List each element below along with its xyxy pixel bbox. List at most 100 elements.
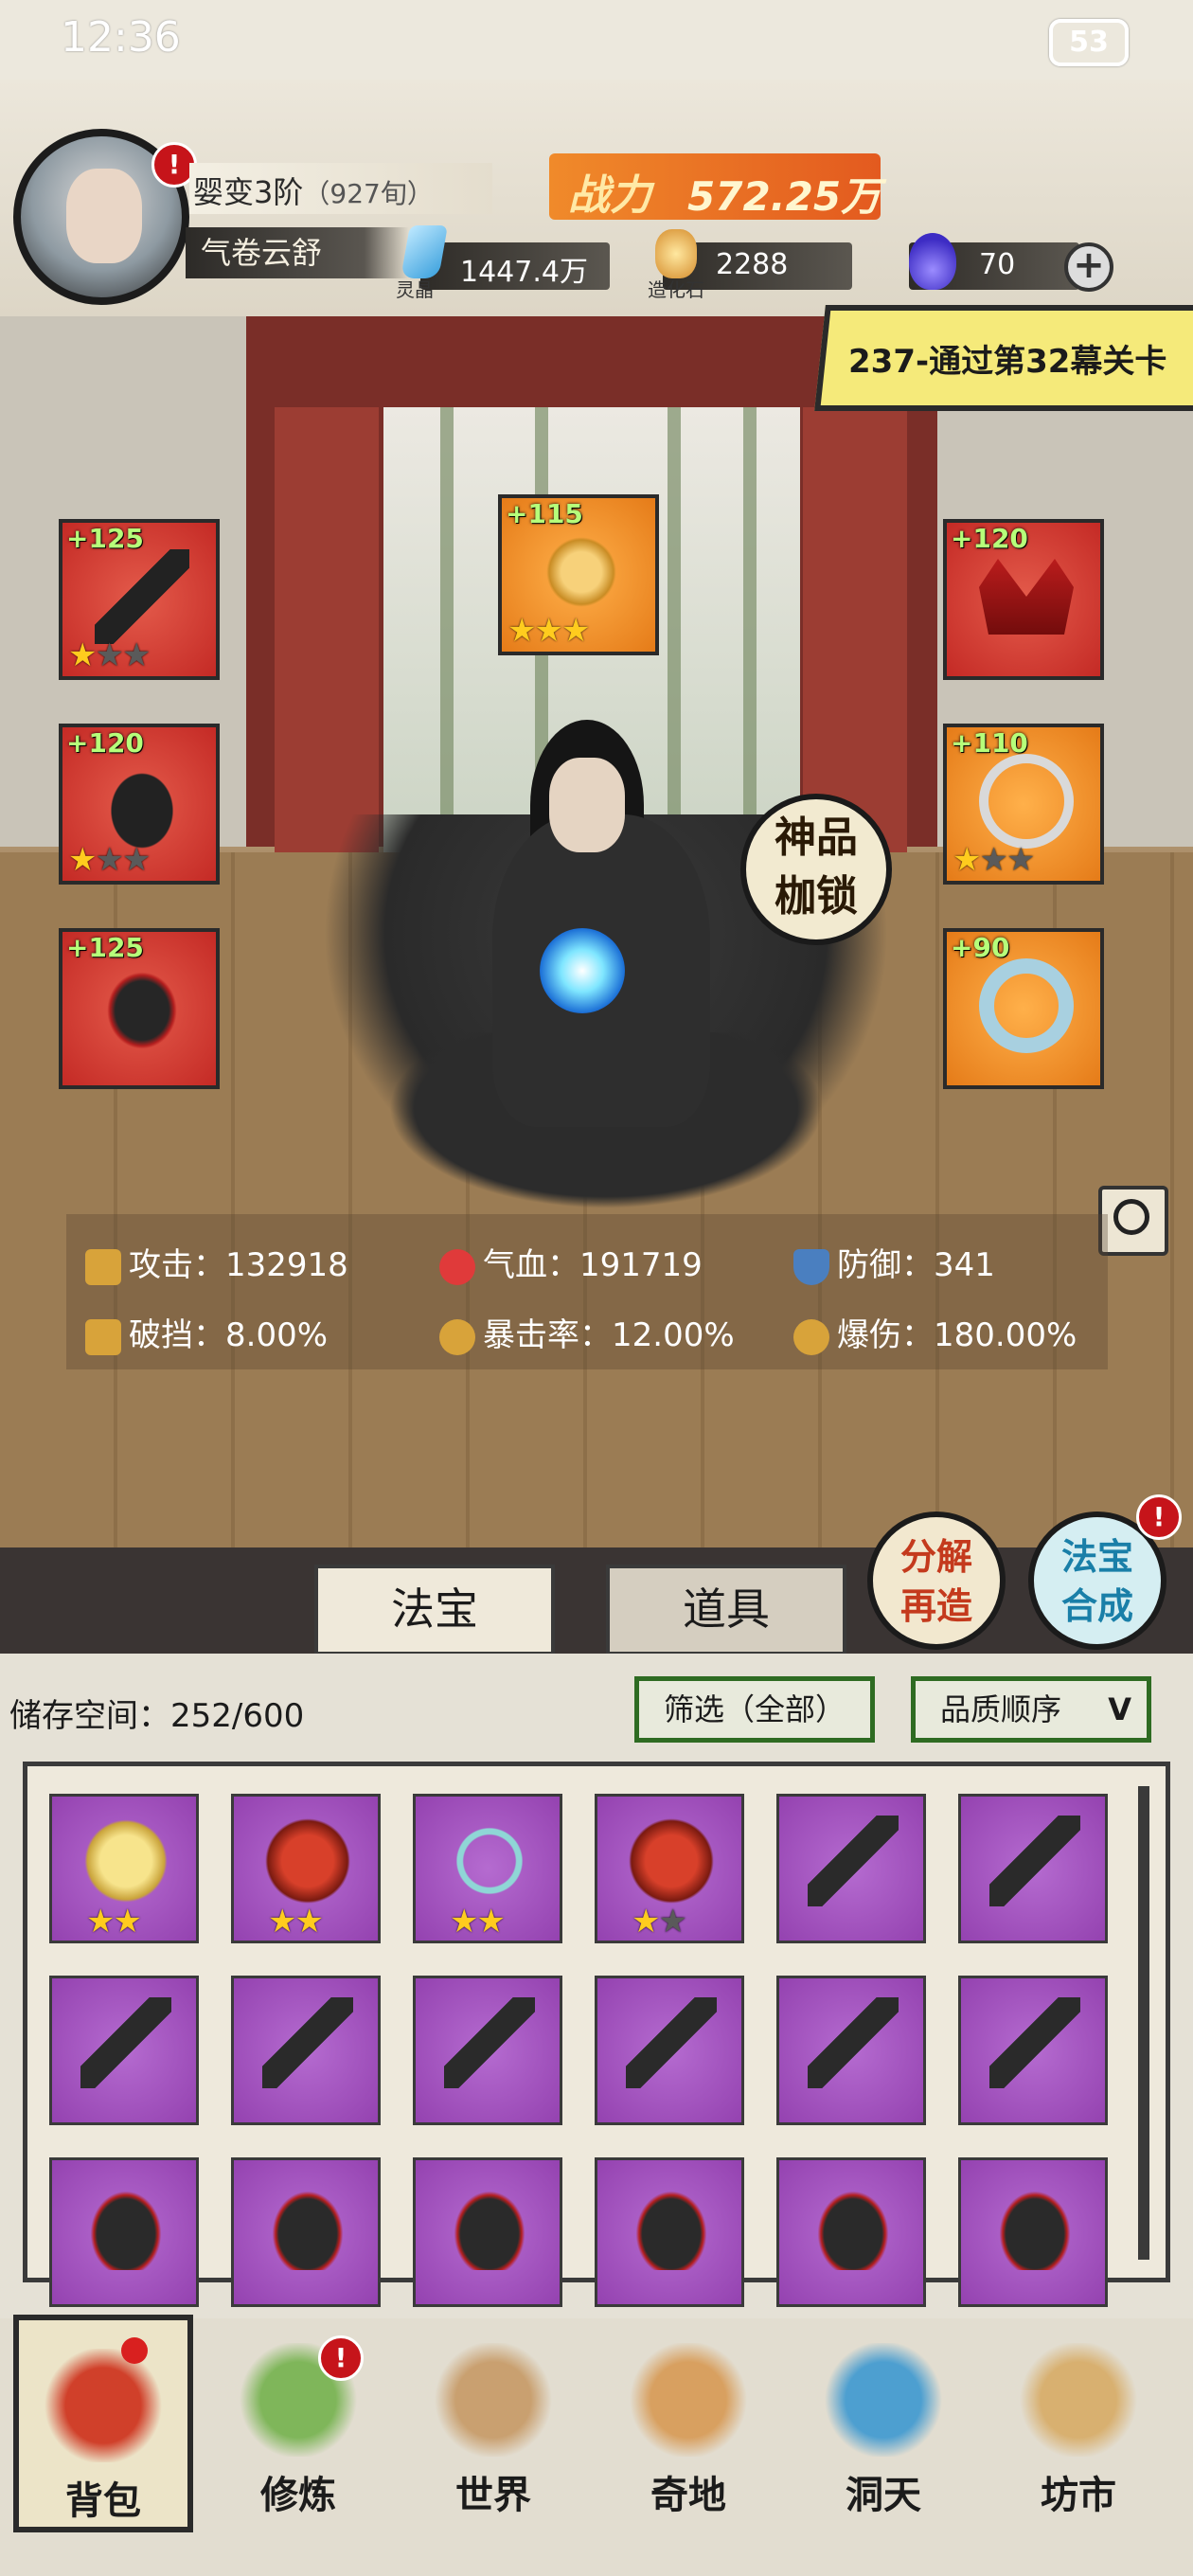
inventory-slot[interactable] — [595, 1976, 744, 2125]
sort-label: 品质顺序 — [940, 1691, 1062, 1727]
sword-icon — [808, 1816, 899, 1906]
inventory-slot[interactable] — [49, 2157, 199, 2307]
god-shackle-line1: 神品 — [775, 814, 858, 862]
stat-hp-text: 气血：191719 — [483, 1246, 703, 1284]
nav-item[interactable]: 奇地 — [598, 2315, 778, 2532]
stone-icon — [655, 229, 697, 278]
stone-label: 造化石 — [648, 278, 704, 301]
inventory-slot[interactable] — [413, 2157, 562, 2307]
left-pillar — [275, 407, 379, 852]
portal-icon — [822, 2343, 945, 2457]
equip-slot-treasure[interactable]: +115 ★★★ — [498, 494, 659, 655]
spirit-orb — [540, 928, 625, 1013]
market-stall-icon — [1017, 2343, 1140, 2457]
synth-line2: 合成 — [1060, 1585, 1133, 1627]
inventory-slot[interactable] — [231, 2157, 381, 2307]
necklace-icon — [979, 754, 1074, 849]
heart-icon — [439, 1248, 475, 1285]
demon-mask-icon — [626, 1816, 717, 1906]
inventory-slot[interactable] — [958, 1794, 1108, 1943]
tab-treasure[interactable]: 法宝 — [314, 1565, 555, 1655]
power-value: 572.25万 — [687, 173, 881, 220]
nav-item[interactable]: 洞天 — [793, 2315, 973, 2532]
quest-text[interactable]: 237-通过第32幕关卡 — [848, 335, 1166, 382]
nav-label: 修炼 — [260, 2473, 336, 2517]
crit-damage-icon — [793, 1318, 829, 1355]
decompose-line2: 再造 — [899, 1585, 972, 1627]
decompose-line1: 分解 — [899, 1536, 972, 1578]
add-resource-button[interactable]: + — [1064, 242, 1113, 292]
sword-icon — [989, 1997, 1080, 2088]
inventory-slot[interactable]: ★★ — [413, 1794, 562, 1943]
sort-button[interactable]: 品质顺序 V — [911, 1676, 1151, 1743]
crystal-label: 灵晶 — [396, 278, 434, 301]
demon-mask-icon — [262, 1816, 353, 1906]
stat-attack-text: 攻击：132918 — [129, 1246, 348, 1284]
inventory-slot[interactable]: ★★ — [231, 1794, 381, 1943]
sword-icon — [626, 1997, 717, 2088]
inventory-slot[interactable] — [49, 1976, 199, 2125]
stat-crit-dmg-text: 爆伤：180.00% — [837, 1316, 1077, 1354]
robe-icon — [444, 2179, 535, 2270]
nav-item[interactable]: 世界 — [403, 2315, 583, 2532]
filter-button[interactable]: 筛选（全部） — [634, 1676, 875, 1743]
character-head — [549, 758, 625, 852]
god-shackle-button[interactable]: 神品 枷锁 — [740, 794, 892, 945]
star-rating: ★★★ — [953, 841, 1035, 879]
robe-icon — [626, 2179, 717, 2270]
cloud-treasure-icon — [534, 525, 629, 619]
pagoda-icon — [627, 2343, 750, 2457]
cultivate-alert-icon: ! — [318, 2335, 364, 2381]
equip-slot-weapon[interactable]: +125 ★★★ — [59, 519, 220, 680]
stat-break: 破挡：8.00% — [85, 1309, 328, 1355]
nav-item[interactable]: 背包 — [13, 2315, 193, 2532]
boots-icon — [95, 958, 189, 1053]
shield-icon — [793, 1248, 829, 1285]
magnifier-icon[interactable] — [1098, 1186, 1168, 1256]
battery-indicator: 53 — [1049, 19, 1129, 66]
nav-label: 背包 — [65, 2478, 141, 2523]
star-rating: ★★ — [268, 1903, 324, 1941]
power-label: 战力 — [568, 171, 651, 220]
synth-line1: 法宝 — [1060, 1536, 1133, 1578]
crown-icon — [979, 559, 1074, 635]
tab-items[interactable]: 道具 — [606, 1565, 846, 1655]
inventory-slot[interactable] — [776, 1794, 926, 1943]
chevron-down-icon: V — [1108, 1691, 1131, 1727]
equip-slot-necklace[interactable]: +110 ★★★ — [943, 724, 1104, 885]
inventory-slot[interactable] — [413, 1976, 562, 2125]
nav-item[interactable]: 坊市 — [988, 2315, 1168, 2532]
inventory-slot[interactable] — [231, 1976, 381, 2125]
sword-icon — [989, 1816, 1080, 1906]
nav-label: 洞天 — [846, 2473, 921, 2517]
star-rating: ★★ — [86, 1903, 142, 1941]
bracelet-icon — [979, 958, 1074, 1053]
stat-crit-rate-text: 暴击率：12.00% — [483, 1316, 735, 1354]
inventory-slot[interactable] — [776, 2157, 926, 2307]
equip-slot-boots[interactable]: +125 — [59, 928, 220, 1089]
synth-alert-icon: ! — [1136, 1494, 1182, 1540]
robe-icon — [808, 2179, 899, 2270]
stat-hp: 气血：191719 — [439, 1239, 703, 1285]
inventory-slot[interactable]: ★★ — [49, 1794, 199, 1943]
inventory-slot[interactable] — [958, 2157, 1108, 2307]
inventory-scrollbar[interactable] — [1138, 1786, 1149, 2260]
mirror-icon — [80, 1816, 171, 1906]
equip-slot-bracelet[interactable]: +90 — [943, 928, 1104, 1089]
nav-label: 奇地 — [650, 2473, 726, 2517]
clock: 12:36 — [61, 13, 181, 62]
flame-value: 70 — [979, 248, 1016, 281]
inventory-slot[interactable] — [958, 1976, 1108, 2125]
sword-icon — [80, 1997, 171, 2088]
inventory-slot[interactable] — [595, 2157, 744, 2307]
star-rating: ★★★ — [68, 841, 151, 879]
equip-slot-armor[interactable]: +120 ★★★ — [59, 724, 220, 885]
decompose-button[interactable]: 分解 再造 — [867, 1512, 1006, 1650]
inventory-slot[interactable] — [776, 1976, 926, 2125]
robe-icon — [95, 754, 189, 849]
stat-crit-dmg: 爆伤：180.00% — [793, 1309, 1077, 1355]
stone-value: 2288 — [716, 248, 789, 281]
inventory-slot[interactable]: ★★ — [595, 1794, 744, 1943]
star-rating: ★★★ — [507, 612, 590, 650]
equip-slot-headgear[interactable]: +120 — [943, 519, 1104, 680]
